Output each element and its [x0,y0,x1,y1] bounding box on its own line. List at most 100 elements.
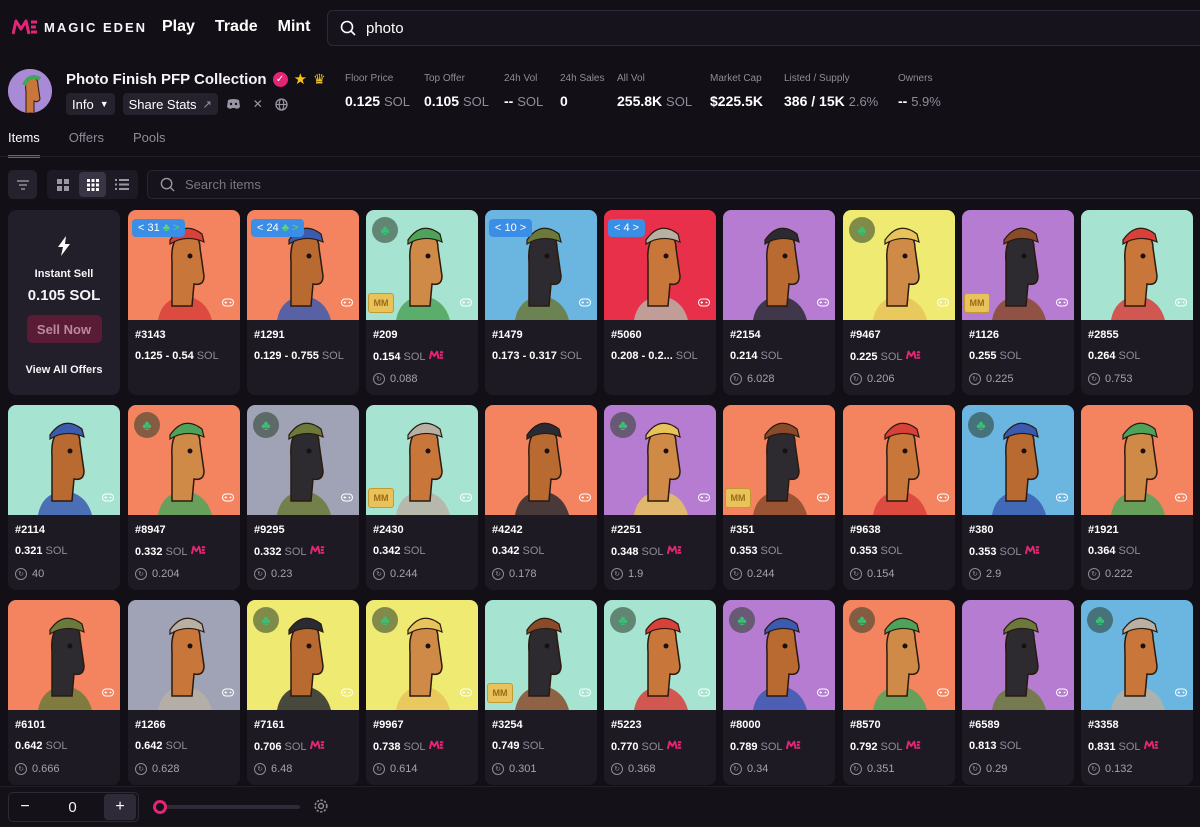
discord-icon[interactable] [226,96,242,112]
items-search-input[interactable] [185,177,785,192]
gear-icon[interactable] [313,798,329,818]
offer-icon: ↻ [492,763,504,775]
nft-card[interactable]: #1921 0.364 SOL ↻ 0.222 [1081,405,1193,590]
stat-value: $225.5K [710,93,784,109]
stat-value: 0.125 SOL [345,93,424,109]
price-unit: SOL [403,350,426,363]
nav-play[interactable]: Play [162,18,195,36]
nft-card[interactable]: #2154 0.214 SOL ↻ 6.028 [723,210,835,395]
gamepad-icon [1056,493,1068,505]
nft-card[interactable]: < 24 ♣ > #1291 0.129 - 0.755 SOL [247,210,359,395]
gamepad-icon [460,298,472,310]
gamepad-icon [102,493,114,505]
slider-handle[interactable] [153,800,167,814]
nav-mint[interactable]: Mint [278,18,311,36]
sweep-slider[interactable] [153,800,300,814]
items-search[interactable] [147,170,1200,199]
sell-now-button[interactable]: Sell Now [26,315,102,343]
nft-card[interactable]: #2855 0.264 SOL ↻ 0.753 [1081,210,1193,395]
nft-card[interactable]: #9638 0.353 SOL ↻ 0.154 [843,405,955,590]
filter-button[interactable] [8,170,37,199]
nft-price: 0.706 SOL [254,740,325,753]
badge-count: < 10 [495,222,517,234]
nft-card[interactable]: < 10 > #1479 0.173 - 0.317 SOL [485,210,597,395]
quantity-value[interactable]: 0 [41,799,104,816]
list-view-button[interactable] [108,172,136,197]
stat-number: 0 [560,93,568,109]
nft-card[interactable]: ♣ #5223 0.770 SOL ↻ 0.368 [604,600,716,785]
nft-card[interactable]: ♣ #8570 0.792 SOL ↻ 0.351 [843,600,955,785]
bundle-count-badge[interactable]: < 10 > [489,219,533,237]
nft-card[interactable]: ♣ #8947 0.332 SOL ↻ 0.204 [128,405,240,590]
offer-value: 0.244 [390,568,418,580]
nft-name: #351 [730,524,755,536]
tab-items[interactable]: Items [8,130,40,158]
nft-card[interactable]: ♣ #7161 0.706 SOL ↻ 6.48 [247,600,359,785]
nft-card[interactable]: MM #2430 0.342 SOL ↻ 0.244 [366,405,478,590]
nft-card[interactable]: MM #3254 0.749 SOL ↻ 0.301 [485,600,597,785]
tab-offers[interactable]: Offers [69,130,104,158]
nft-card[interactable]: ♣ #380 0.353 SOL ↻ 2.9 [962,405,1074,590]
nft-price: 0.214 SOL [730,350,783,362]
nft-card[interactable]: ♣ #9967 0.738 SOL ↻ 0.614 [366,600,478,785]
nft-card[interactable]: ♣ #3358 0.831 SOL ↻ 0.132 [1081,600,1193,785]
offer-value: 0.178 [509,568,537,580]
info-dropdown[interactable]: Info ▼ [66,93,115,115]
nft-card[interactable]: < 4 > #5060 0.208 - 0.2... SOL [604,210,716,395]
clover-icon: ♣ [610,607,636,633]
nft-name: #3254 [492,719,523,731]
view-all-offers-link[interactable]: View All Offers [25,364,102,376]
bundle-count-badge[interactable]: < 31 ♣ > [132,219,186,237]
nft-card[interactable]: #6101 0.642 SOL ↻ 0.666 [8,600,120,785]
tab-pools[interactable]: Pools [133,130,166,158]
small-grid-view-button[interactable] [78,172,107,197]
nft-card[interactable]: ♣ MM #209 0.154 SOL ↻ 0.088 [366,210,478,395]
globe-icon[interactable] [274,96,290,112]
nav-trade[interactable]: Trade [215,18,258,36]
nft-price: 0.353 SOL [730,545,783,557]
stat-unit: SOL [666,94,693,109]
nft-card[interactable]: ♣ #9295 0.332 SOL ↻ 0.23 [247,405,359,590]
offer-icon: ↻ [1088,373,1100,385]
clover-icon: ♣ [253,412,279,438]
gamepad-icon [102,688,114,700]
verified-badge-icon: ✓ [272,71,288,87]
increment-button[interactable]: + [104,794,136,820]
clover-icon: ♣ [610,412,636,438]
nft-card[interactable]: MM #351 0.353 SOL ↻ 0.244 [723,405,835,590]
bundle-count-badge[interactable]: < 24 ♣ > [251,219,305,237]
bundle-count-badge[interactable]: < 4 > [608,219,646,237]
nft-card[interactable]: MM #1126 0.255 SOL ↻ 0.225 [962,210,1074,395]
large-grid-view-button[interactable] [49,172,77,197]
nft-card[interactable]: #1266 0.642 SOL ↻ 0.628 [128,600,240,785]
clover-icon: ♣ [849,607,875,633]
collection-stats: Floor Price 0.125 SOL Top Offer 0.105 SO… [345,73,968,109]
x-twitter-icon[interactable]: ✕ [250,96,266,112]
me-logo-icon [12,19,37,35]
share-stats-button[interactable]: Share Stats ↗ [122,93,218,115]
price-value: 0.813 [969,740,997,752]
nft-card[interactable]: ♣ #8000 0.789 SOL ↻ 0.34 [723,600,835,785]
magic-eden-logo[interactable]: MAGIC EDEN [12,18,147,36]
global-search-input[interactable] [366,19,1066,37]
nft-card[interactable]: ♣ #2251 0.348 SOL ↻ 1.9 [604,405,716,590]
grid-small-icon [86,178,99,191]
nft-card[interactable]: < 31 ♣ > #3143 0.125 - 0.54 SOL [128,210,240,395]
nft-price: 0.129 - 0.755 SOL [254,350,344,362]
stat-value: -- 5.9% [898,93,968,109]
nft-card[interactable]: #6589 0.813 SOL ↻ 0.29 [962,600,1074,785]
magic-eden-listing-icon [1024,545,1040,558]
nft-name: #5223 [611,719,642,731]
mm-ticket-icon: MM [368,488,394,508]
global-search[interactable] [327,10,1200,46]
offer-value: 0.206 [867,373,895,385]
decrement-button[interactable]: − [9,794,41,820]
gamepad-icon [1056,298,1068,310]
gamepad-icon [1175,688,1187,700]
nft-card[interactable]: ♣ #9467 0.225 SOL ↻ 0.206 [843,210,955,395]
nft-price: 0.225 SOL [850,350,921,363]
nft-card[interactable]: #4242 0.342 SOL ↻ 0.178 [485,405,597,590]
list-icon [115,179,130,190]
nft-card[interactable]: #2114 0.321 SOL ↻ 40 [8,405,120,590]
clover-icon: ♣ [372,217,398,243]
